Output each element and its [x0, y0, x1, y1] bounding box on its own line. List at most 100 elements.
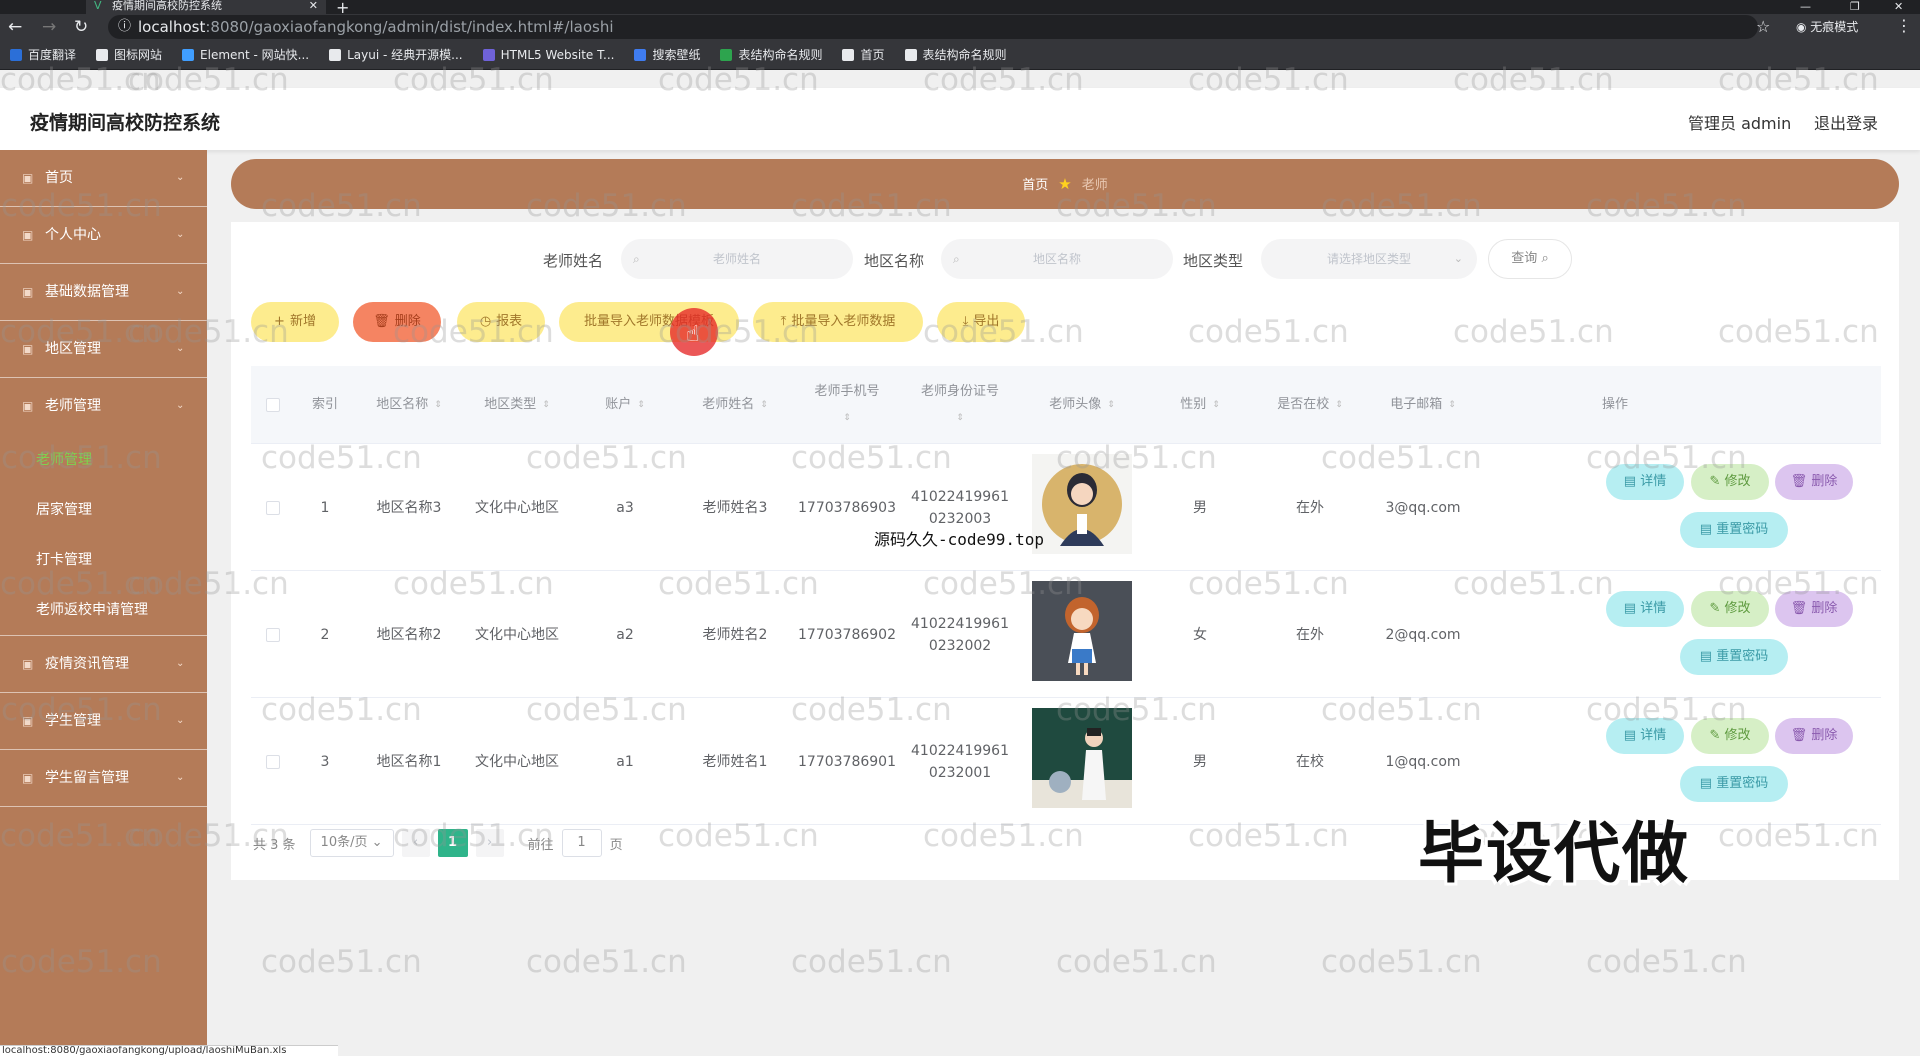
col-region-type[interactable]: 地区类型 ⇕	[463, 366, 571, 444]
sort-icon[interactable]: ⇕	[434, 392, 442, 418]
bookmark-item[interactable]: HTML5 Website T...	[482, 48, 614, 62]
maximize-icon[interactable]: ❐	[1850, 0, 1860, 13]
bookmark-item[interactable]: 表结构命名规则	[720, 46, 822, 63]
next-page-button[interactable]: ›	[475, 829, 504, 857]
select-all-checkbox[interactable]	[266, 398, 280, 412]
report-button[interactable]: ◷ 报表	[457, 302, 545, 342]
bookmark-item[interactable]: 表结构命名规则	[904, 46, 1007, 63]
query-button[interactable]: 查询 ⌕	[1488, 239, 1572, 279]
sidebar-subitem[interactable]: 居家管理	[0, 485, 207, 535]
col-avatar[interactable]: 老师头像 ⇕	[1017, 366, 1147, 444]
reset-password-button[interactable]: ▤ 重置密码	[1680, 766, 1788, 802]
add-button[interactable]: + 新增	[251, 302, 339, 342]
sidebar-subitem[interactable]: 老师返校申请管理	[0, 585, 207, 635]
col-email[interactable]: 电子邮箱 ⇕	[1367, 366, 1479, 444]
search-icon: ⌕	[953, 252, 960, 266]
col-id-card[interactable]: 老师身份证号 ⇕	[903, 366, 1017, 444]
forward-icon[interactable]: →	[42, 17, 56, 37]
cell-email: 3@qq.com	[1385, 499, 1461, 516]
site-info-icon[interactable]: ⓘ	[118, 15, 131, 39]
export-button[interactable]: ⤓ 导出	[937, 302, 1025, 342]
sort-icon[interactable]: ⇕	[1448, 392, 1456, 418]
sort-icon[interactable]: ⇕	[1335, 392, 1343, 418]
reset-password-button[interactable]: ▤ 重置密码	[1680, 639, 1788, 675]
goto-page-input[interactable]: 1	[561, 829, 602, 857]
batch-delete-button[interactable]: 🗑 删除	[353, 302, 441, 342]
bookmark-item[interactable]: Element - 网站快...	[182, 46, 309, 63]
region-type-select[interactable]: 请选择地区类型 ⌄	[1261, 239, 1477, 279]
sidebar-item[interactable]: ▣ 首页 ⌄	[0, 150, 207, 207]
detail-button[interactable]: ▤ 详情	[1606, 718, 1684, 754]
row-select-cell[interactable]	[251, 571, 295, 698]
reset-password-button[interactable]: ▤ 重置密码	[1680, 512, 1788, 548]
row-checkbox[interactable]	[266, 754, 280, 769]
teacher-avatar[interactable]	[1032, 454, 1132, 561]
col-phone[interactable]: 老师手机号 ⇕	[791, 366, 903, 444]
breadcrumb-home[interactable]: 首页	[1022, 178, 1048, 193]
sidebar-subitem[interactable]: 老师管理	[0, 435, 207, 485]
sidebar-item[interactable]: ▣ 学生留言管理 ⌄	[0, 750, 207, 807]
edit-button[interactable]: ✎ 修改	[1691, 464, 1769, 500]
sidebar-item[interactable]: ▣ 个人中心 ⌄	[0, 207, 207, 264]
sidebar-item[interactable]: ▣ 学生管理 ⌄	[0, 693, 207, 750]
incognito-badge[interactable]: ◉ 无痕模式	[1796, 18, 1858, 35]
row-select-cell[interactable]	[251, 698, 295, 825]
minimize-icon[interactable]: —	[1800, 0, 1811, 13]
reload-icon[interactable]: ↻	[74, 17, 88, 37]
url-field[interactable]: ⓘ localhost:8080/gaoxiaofangkong/admin/d…	[108, 15, 1758, 39]
bookmark-item[interactable]: 百度翻译	[10, 46, 76, 63]
sort-icon[interactable]: ⇕	[1107, 392, 1115, 418]
sort-icon[interactable]: ⇕	[760, 392, 768, 418]
logout-link[interactable]: 退出登录	[1814, 110, 1878, 134]
edit-button[interactable]: ✎ 修改	[1691, 591, 1769, 627]
sort-icon[interactable]: ⇕	[637, 392, 645, 418]
back-icon[interactable]: ←	[8, 17, 22, 37]
col-teacher-name[interactable]: 老师姓名 ⇕	[679, 366, 791, 444]
sidebar-item[interactable]: ▣ 疫情资讯管理 ⌄	[0, 636, 207, 693]
col-account[interactable]: 账户 ⇕	[571, 366, 679, 444]
col-on-campus[interactable]: 是否在校 ⇕	[1253, 366, 1367, 444]
col-region-name[interactable]: 地区名称 ⇕	[355, 366, 463, 444]
bookmark-item[interactable]: 首页	[842, 46, 885, 63]
bookmark-item[interactable]: Layui - 经典开源模...	[329, 46, 463, 63]
col-gender[interactable]: 性别 ⇕	[1147, 366, 1253, 444]
sort-icon[interactable]: ⇕	[956, 405, 964, 431]
row-select-cell[interactable]	[251, 444, 295, 571]
import-data-button[interactable]: ⤒ 批量导入老师数据	[753, 302, 923, 342]
sidebar-subitem[interactable]: 打卡管理	[0, 535, 207, 585]
bookmark-star-icon[interactable]: ☆	[1756, 17, 1770, 36]
close-tab-icon[interactable]: ✕	[309, 0, 318, 12]
bookmark-item[interactable]: 图标网站	[96, 46, 162, 63]
delete-button[interactable]: 🗑 删除	[1775, 464, 1853, 500]
sidebar-item[interactable]: ▣ 老师管理 ⌄	[0, 378, 207, 435]
prev-page-button[interactable]: ‹	[401, 829, 430, 857]
row-checkbox[interactable]	[266, 627, 280, 642]
sort-icon[interactable]: ⇕	[843, 405, 851, 431]
edit-button[interactable]: ✎ 修改	[1691, 718, 1769, 754]
teacher-avatar[interactable]	[1032, 581, 1132, 688]
goto-label: 前往	[527, 837, 554, 853]
select-all-cell[interactable]	[251, 366, 295, 444]
bookmark-item[interactable]: 搜索壁纸	[634, 46, 700, 63]
detail-button[interactable]: ▤ 详情	[1606, 464, 1684, 500]
delete-button[interactable]: 🗑 删除	[1775, 718, 1853, 754]
sidebar-item[interactable]: ▣ 基础数据管理 ⌄	[0, 264, 207, 321]
sidebar-item[interactable]: ▣ 地区管理 ⌄	[0, 321, 207, 378]
row-checkbox[interactable]	[266, 500, 280, 515]
detail-button[interactable]: ▤ 详情	[1606, 591, 1684, 627]
trash-icon: 🗑	[1790, 728, 1812, 743]
browser-menu-icon[interactable]: ⋮	[1896, 16, 1912, 35]
cell-index: 3	[320, 753, 330, 770]
sort-icon[interactable]: ⇕	[1212, 392, 1220, 418]
window-close-icon[interactable]: ✕	[1894, 0, 1903, 13]
browser-tab[interactable]: V 疫情期间高校防控系统 ✕	[86, 0, 326, 14]
page-size-select[interactable]: 10条/页 ⌄	[309, 829, 394, 857]
cell-region-name: 地区名称2	[376, 626, 442, 643]
teacher-avatar[interactable]	[1032, 708, 1132, 815]
delete-button[interactable]: 🗑 删除	[1775, 591, 1853, 627]
page-number-current[interactable]: 1	[437, 829, 468, 857]
sort-icon[interactable]: ⇕	[542, 392, 550, 418]
region-name-input[interactable]: ⌕ 地区名称	[941, 239, 1173, 279]
sidebar-item-label: 疫情资讯管理	[45, 656, 129, 672]
teacher-name-input[interactable]: ⌕ 老师姓名	[621, 239, 853, 279]
